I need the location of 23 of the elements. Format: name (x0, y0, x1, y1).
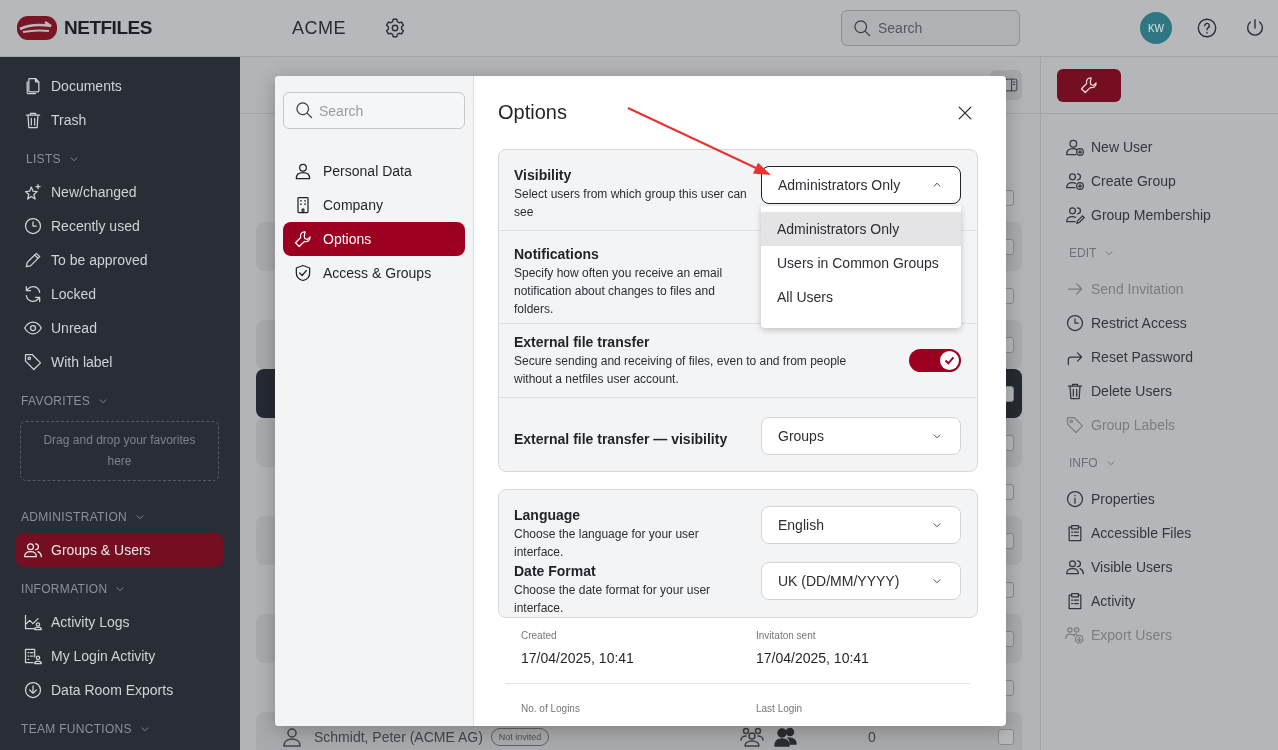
dialog-title: Options (498, 101, 567, 124)
logo-text: NETFILES (64, 17, 152, 39)
setting-title: Visibility (514, 166, 573, 185)
setting-description: Secure sending and receiving of files, even to and from people without a netfiles user account. (514, 353, 848, 388)
setting-description: Specify how often you receive an email notification about changes to files and folders. (514, 265, 724, 318)
detail-label: Last Login (756, 703, 804, 714)
detail-value: 17/04/2025, 10:41 (756, 650, 870, 666)
favorites-drop-zone: Drag and drop your favorites here (20, 421, 219, 481)
detail-label: Invitaton sent (756, 630, 817, 641)
setting-title: Language (514, 506, 582, 525)
setting-title: Date Format (514, 562, 597, 581)
setting-description: Choose the date format for your user interface. (514, 582, 712, 617)
user-name: Schmidt, Peter (ACME AG) (314, 728, 483, 745)
setting-description: Choose the language for your user interface. (514, 526, 700, 561)
setting-title: Notifications (514, 245, 600, 264)
detail-value: 17/04/2025, 10:41 (521, 650, 635, 666)
detail-label: Created (521, 630, 558, 641)
setting-title: External file transfer — visibility (514, 430, 729, 449)
setting-description: Select users from which group this user can see (514, 186, 748, 221)
setting-title: External file transfer (514, 333, 651, 352)
workspace-name: ACME (292, 17, 346, 39)
detail-label: No. of Logins (521, 703, 581, 714)
login-count: 0 (868, 728, 876, 745)
